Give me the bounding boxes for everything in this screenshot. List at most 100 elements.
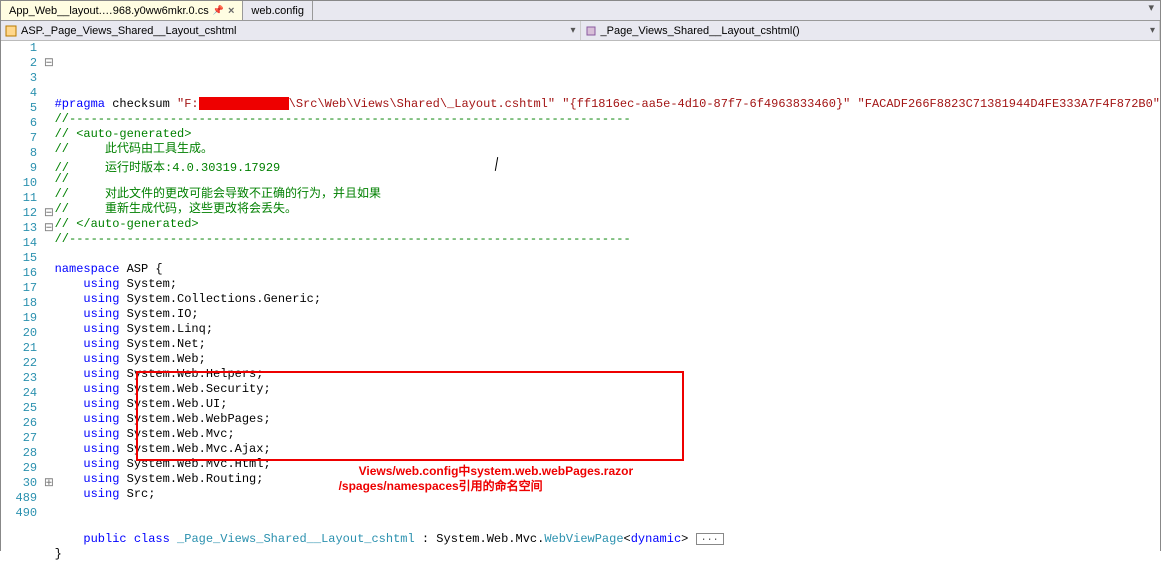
line-number: 28 <box>1 446 37 461</box>
fold-toggle <box>43 131 54 146</box>
line-number: 9 <box>1 161 37 176</box>
struct-icon <box>5 25 17 37</box>
line-number: 8 <box>1 146 37 161</box>
code-line[interactable]: using System.Collections.Generic; <box>55 292 1160 307</box>
nav-bar: ASP._Page_Views_Shared__Layout_cshtml ▾ … <box>1 21 1160 41</box>
code-line[interactable] <box>55 247 1160 262</box>
code-line[interactable]: //--------------------------------------… <box>55 112 1160 127</box>
code-line[interactable]: using System.Net; <box>55 337 1160 352</box>
fold-toggle[interactable]: ⊞ <box>43 476 54 491</box>
fold-toggle[interactable]: ⊟ <box>43 56 54 71</box>
code-line[interactable]: // 此代码由工具生成。 <box>55 142 1160 157</box>
tab-overflow-icon[interactable]: ▾ <box>1142 1 1160 20</box>
line-number: 1 <box>1 41 37 56</box>
fold-toggle <box>43 71 54 86</box>
fold-toggle <box>43 431 54 446</box>
code-line[interactable]: //--------------------------------------… <box>55 232 1160 247</box>
pin-icon[interactable]: 📌 <box>213 5 224 16</box>
fold-toggle <box>43 251 54 266</box>
fold-toggle <box>43 401 54 416</box>
code-line[interactable] <box>55 517 1160 532</box>
line-number: 23 <box>1 371 37 386</box>
code-line[interactable]: using System.Web.Routing; <box>55 472 1160 487</box>
code-line[interactable]: using System.Web.Mvc; <box>55 427 1160 442</box>
line-number: 30 <box>1 476 37 491</box>
fold-gutter[interactable]: ⊟⊟⊟⊞ <box>43 41 54 551</box>
tab-label: web.config <box>251 5 304 17</box>
close-icon[interactable]: × <box>228 5 234 17</box>
line-number: 11 <box>1 191 37 206</box>
code-line[interactable]: namespace ASP { <box>55 262 1160 277</box>
line-number: 21 <box>1 341 37 356</box>
line-number: 6 <box>1 116 37 131</box>
code-line[interactable]: using System; <box>55 277 1160 292</box>
code-line[interactable]: // </auto-generated> <box>55 217 1160 232</box>
code-line[interactable]: using System.Web.UI; <box>55 397 1160 412</box>
nav-type-dropdown[interactable]: ASP._Page_Views_Shared__Layout_cshtml ▾ <box>1 21 581 40</box>
line-number: 22 <box>1 356 37 371</box>
nav-member-label: _Page_Views_Shared__Layout_cshtml() <box>601 25 800 37</box>
code-line[interactable]: using System.Web.Mvc.Ajax; <box>55 442 1160 457</box>
fold-toggle <box>43 191 54 206</box>
tab-label: App_Web__layout.…968.y0ww6mkr.0.cs <box>9 5 209 17</box>
tab-file-active[interactable]: App_Web__layout.…968.y0ww6mkr.0.cs 📌 × <box>1 1 243 20</box>
line-number: 26 <box>1 416 37 431</box>
fold-toggle <box>43 416 54 431</box>
code-line[interactable]: using System.IO; <box>55 307 1160 322</box>
line-number: 3 <box>1 71 37 86</box>
fold-toggle <box>43 266 54 281</box>
fold-toggle <box>43 281 54 296</box>
fold-toggle <box>43 311 54 326</box>
code-line[interactable]: // 对此文件的更改可能会导致不正确的行为，并且如果 <box>55 187 1160 202</box>
line-number: 27 <box>1 431 37 446</box>
code-line[interactable]: // 重新生成代码，这些更改将会丢失。 <box>55 202 1160 217</box>
line-number: 25 <box>1 401 37 416</box>
fold-toggle <box>43 446 54 461</box>
fold-toggle <box>43 86 54 101</box>
fold-toggle[interactable]: ⊟ <box>43 221 54 236</box>
code-line[interactable]: using System.Linq; <box>55 322 1160 337</box>
code-line[interactable]: using System.Web; <box>55 352 1160 367</box>
line-number: 489 <box>1 491 37 506</box>
line-number: 490 <box>1 506 37 521</box>
code-line[interactable]: using System.Web.Helpers; <box>55 367 1160 382</box>
fold-toggle <box>43 506 54 521</box>
line-number-gutter: 1234567891011121314151617181920212223242… <box>1 41 43 551</box>
code-area[interactable]: Views/web.config中system.web.webPages.raz… <box>55 41 1160 551</box>
fold-toggle[interactable]: ⊟ <box>43 206 54 221</box>
fold-toggle <box>43 356 54 371</box>
line-number: 10 <box>1 176 37 191</box>
tab-file[interactable]: web.config <box>243 1 313 20</box>
line-number: 13 <box>1 221 37 236</box>
code-line[interactable]: using Src; <box>55 487 1160 502</box>
fold-toggle <box>43 386 54 401</box>
code-line[interactable] <box>55 562 1160 577</box>
tab-bar: App_Web__layout.…968.y0ww6mkr.0.cs 📌 × w… <box>1 1 1160 21</box>
chevron-down-icon[interactable]: ▾ <box>570 25 575 36</box>
fold-toggle <box>43 296 54 311</box>
line-number: 19 <box>1 311 37 326</box>
line-number: 15 <box>1 251 37 266</box>
fold-toggle <box>43 326 54 341</box>
code-editor[interactable]: 1234567891011121314151617181920212223242… <box>1 41 1160 551</box>
code-line[interactable]: public class _Page_Views_Shared__Layout_… <box>55 532 1160 547</box>
code-line[interactable]: // 运行时版本:4.0.30319.17929 <box>55 157 1160 172</box>
line-number: 7 <box>1 131 37 146</box>
method-icon <box>585 25 597 37</box>
code-line[interactable]: #pragma checksum "F:\Src\Web\Views\Share… <box>55 97 1160 112</box>
line-number: 4 <box>1 86 37 101</box>
code-line[interactable]: using System.Web.Mvc.Html; <box>55 457 1160 472</box>
line-number: 14 <box>1 236 37 251</box>
line-number: 2 <box>1 56 37 71</box>
code-line[interactable]: using System.Web.WebPages; <box>55 412 1160 427</box>
code-line[interactable]: } <box>55 547 1160 562</box>
line-number: 12 <box>1 206 37 221</box>
fold-toggle <box>43 371 54 386</box>
chevron-down-icon[interactable]: ▾ <box>1150 25 1155 36</box>
fold-toggle <box>43 161 54 176</box>
line-number: 5 <box>1 101 37 116</box>
code-line[interactable] <box>55 502 1160 517</box>
nav-member-dropdown[interactable]: _Page_Views_Shared__Layout_cshtml() ▾ <box>581 21 1161 40</box>
code-line[interactable]: using System.Web.Security; <box>55 382 1160 397</box>
code-line[interactable]: // <auto-generated> <box>55 127 1160 142</box>
